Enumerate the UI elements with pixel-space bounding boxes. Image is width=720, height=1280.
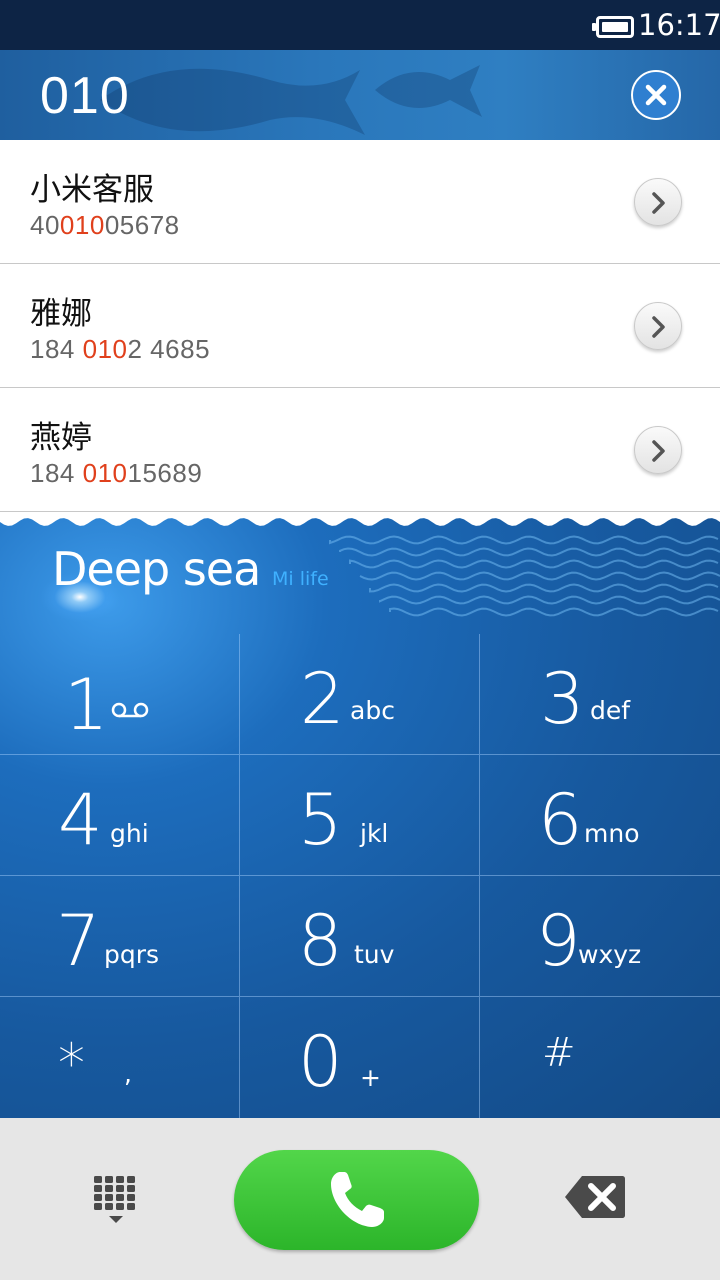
key-9[interactable]: 9 wxyz: [480, 876, 720, 997]
call-button[interactable]: [234, 1150, 479, 1250]
theme-brand-sub: Mi life: [272, 568, 329, 590]
key-digit: *: [58, 1032, 85, 1095]
key-0[interactable]: 0 +: [240, 997, 480, 1118]
key-star[interactable]: * ,: [0, 997, 240, 1118]
match-highlight: 010: [82, 334, 128, 364]
contact-number: 4001005678: [30, 210, 180, 240]
search-results: 小米客服 4001005678 雅娜 184 0102 4685 燕婷 184 …: [0, 140, 720, 520]
battery-full-icon: [592, 16, 634, 38]
key-1[interactable]: 1: [0, 634, 240, 755]
key-digit: #: [542, 1030, 576, 1076]
match-highlight: 010: [59, 210, 105, 240]
chevron-right-icon: [652, 192, 665, 214]
contact-detail-button[interactable]: [634, 426, 682, 474]
key-letters: tuv: [354, 940, 395, 969]
key-6[interactable]: 6 mno: [480, 755, 720, 876]
chevron-right-icon: [652, 316, 665, 338]
clear-button[interactable]: [631, 70, 681, 120]
key-digit: 4: [58, 779, 103, 861]
phone-icon: [331, 1172, 384, 1227]
key-5[interactable]: 5 jkl: [240, 755, 480, 876]
key-digit: 1: [64, 664, 109, 746]
key-digit: 5: [298, 779, 343, 861]
status-bar: 16:17: [0, 0, 720, 50]
chevron-right-icon: [652, 440, 665, 462]
key-letters: mno: [584, 819, 640, 848]
key-4[interactable]: 4 ghi: [0, 755, 240, 876]
key-digit: 7: [56, 900, 101, 982]
key-7[interactable]: 7 pqrs: [0, 876, 240, 997]
number-bar: 010: [0, 50, 720, 140]
key-digit: 6: [538, 779, 583, 861]
key-digit: 3: [540, 658, 585, 740]
key-2[interactable]: 2 abc: [240, 634, 480, 755]
bottom-bar: [0, 1118, 720, 1280]
contact-result-row[interactable]: 雅娜 184 0102 4685: [0, 264, 720, 388]
voicemail-icon: [111, 702, 149, 718]
contact-detail-button[interactable]: [634, 302, 682, 350]
theme-brand: Deep sea: [52, 542, 261, 596]
backspace-icon[interactable]: [564, 1174, 626, 1220]
typed-number[interactable]: 010: [40, 66, 130, 126]
key-letters: pqrs: [104, 940, 160, 969]
key-digit: 8: [298, 900, 343, 982]
contact-number: 184 01015689: [30, 458, 203, 488]
keypad: 1 2 abc 3 def 4 ghi 5 jkl 6 mno 7 pqrs 8…: [0, 634, 720, 1118]
fish-decoration-icon: [375, 65, 482, 117]
contact-detail-button[interactable]: [634, 178, 682, 226]
dialpad-toggle-icon[interactable]: [92, 1174, 140, 1224]
status-time: 16:17: [638, 8, 720, 42]
contact-number: 184 0102 4685: [30, 334, 211, 364]
contact-name: 雅娜: [30, 296, 92, 332]
close-icon: [645, 84, 667, 106]
key-8[interactable]: 8 tuv: [240, 876, 480, 997]
key-letters: wxyz: [578, 940, 642, 969]
key-letters: abc: [350, 696, 395, 725]
dialpad-area: Deep sea Mi life 1 2 abc 3 def 4 ghi 5 j…: [0, 512, 720, 1118]
match-highlight: 010: [82, 458, 128, 488]
key-letters: ghi: [110, 819, 149, 848]
contact-name: 燕婷: [30, 420, 92, 456]
contact-result-row[interactable]: 小米客服 4001005678: [0, 140, 720, 264]
key-letters: ,: [124, 1059, 132, 1088]
key-letters: def: [590, 696, 631, 725]
key-letters: +: [360, 1063, 381, 1092]
key-letters: jkl: [360, 819, 389, 848]
contact-name: 小米客服: [30, 172, 154, 208]
key-hash[interactable]: #: [480, 997, 720, 1118]
key-digit: 0: [298, 1021, 343, 1103]
key-digit: 2: [300, 658, 345, 740]
contact-result-row[interactable]: 燕婷 184 01015689: [0, 388, 720, 512]
fish-decoration-icon: [100, 68, 365, 135]
key-3[interactable]: 3 def: [480, 634, 720, 755]
key-digit: 9: [536, 900, 581, 982]
